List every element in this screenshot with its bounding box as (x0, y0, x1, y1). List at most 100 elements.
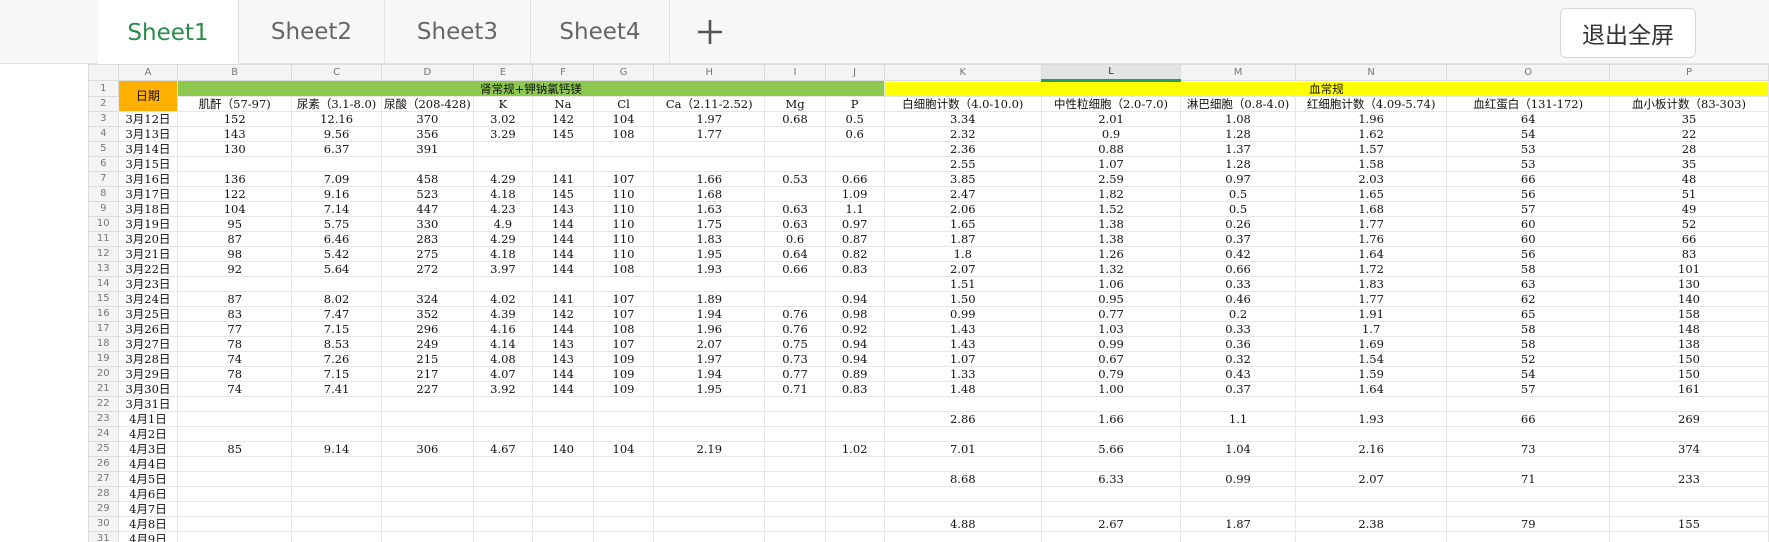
value-cell[interactable]: 109 (592, 351, 655, 367)
value-cell[interactable]: 136 (177, 171, 293, 187)
row-header[interactable]: 30 (88, 516, 119, 532)
row-header[interactable]: 2 (88, 96, 119, 112)
value-cell[interactable] (653, 486, 766, 502)
value-cell[interactable]: 83 (1609, 246, 1769, 262)
date-cell[interactable]: 4月1日 (117, 411, 179, 427)
value-cell[interactable] (592, 471, 655, 487)
value-cell[interactable]: 78 (177, 366, 293, 382)
value-cell[interactable]: 52 (1609, 216, 1769, 232)
value-cell[interactable] (1446, 531, 1611, 542)
row-header[interactable]: 31 (88, 531, 119, 542)
value-cell[interactable] (653, 396, 766, 412)
value-cell[interactable]: 1.65 (883, 216, 1042, 232)
value-cell[interactable]: 7.15 (291, 321, 382, 337)
value-cell[interactable]: 79 (1446, 516, 1611, 532)
value-cell[interactable] (291, 486, 382, 502)
value-cell[interactable]: 2.07 (653, 336, 766, 352)
date-cell[interactable]: 3月18日 (117, 201, 179, 217)
value-cell[interactable] (531, 141, 595, 157)
value-cell[interactable]: 7.47 (291, 306, 382, 322)
value-cell[interactable]: 1.93 (1294, 411, 1448, 427)
value-cell[interactable]: 1.43 (883, 336, 1042, 352)
value-cell[interactable]: 5.75 (291, 216, 382, 232)
value-cell[interactable]: 0.37 (1180, 231, 1296, 247)
value-cell[interactable] (1040, 426, 1182, 442)
row-header[interactable]: 1 (88, 80, 119, 97)
value-cell[interactable] (472, 396, 533, 412)
value-cell[interactable]: 6.37 (291, 141, 382, 157)
value-cell[interactable] (824, 276, 885, 292)
value-cell[interactable]: 107 (592, 291, 655, 307)
value-cell[interactable]: 65 (1446, 306, 1611, 322)
column-label-cell[interactable]: K (472, 96, 533, 112)
value-cell[interactable]: 85 (177, 441, 293, 457)
value-cell[interactable] (1040, 501, 1182, 517)
date-cell[interactable]: 3月15日 (117, 156, 179, 172)
value-cell[interactable]: 0.99 (1180, 471, 1296, 487)
date-cell[interactable]: 4月7日 (117, 501, 179, 517)
value-cell[interactable]: 0.99 (883, 306, 1042, 322)
value-cell[interactable]: 0.43 (1180, 366, 1296, 382)
column-label-cell[interactable]: Cl (592, 96, 655, 112)
value-cell[interactable]: 98 (177, 246, 293, 262)
date-cell[interactable]: 3月23日 (117, 276, 179, 292)
date-cell[interactable]: 3月14日 (117, 141, 179, 157)
value-cell[interactable] (592, 156, 655, 172)
value-cell[interactable] (764, 456, 826, 472)
column-header-e[interactable]: E (472, 64, 533, 81)
value-cell[interactable]: 1.08 (1180, 111, 1296, 127)
value-cell[interactable] (1609, 396, 1769, 412)
value-cell[interactable]: 57 (1446, 381, 1611, 397)
value-cell[interactable]: 109 (592, 381, 655, 397)
date-cell[interactable]: 4月9日 (117, 531, 179, 542)
value-cell[interactable] (653, 471, 766, 487)
value-cell[interactable]: 60 (1446, 216, 1611, 232)
value-cell[interactable] (653, 531, 766, 542)
value-cell[interactable]: 7.01 (883, 441, 1042, 457)
value-cell[interactable]: 110 (592, 186, 655, 202)
column-label-cell[interactable]: Ca（2.11-2.52) (653, 96, 766, 112)
value-cell[interactable] (764, 426, 826, 442)
value-cell[interactable]: 458 (380, 171, 474, 187)
value-cell[interactable] (764, 291, 826, 307)
value-cell[interactable] (653, 516, 766, 532)
value-cell[interactable] (824, 396, 885, 412)
date-cell[interactable]: 3月28日 (117, 351, 179, 367)
value-cell[interactable]: 296 (380, 321, 474, 337)
value-cell[interactable]: 56 (1446, 186, 1611, 202)
value-cell[interactable]: 4.29 (472, 171, 533, 187)
value-cell[interactable]: 2.38 (1294, 516, 1448, 532)
value-cell[interactable]: 1.66 (1040, 411, 1182, 427)
value-cell[interactable]: 1.7 (1294, 321, 1448, 337)
value-cell[interactable]: 7.09 (291, 171, 382, 187)
column-header-b[interactable]: B (177, 64, 293, 81)
value-cell[interactable] (177, 501, 293, 517)
value-cell[interactable]: 0.94 (824, 291, 885, 307)
value-cell[interactable]: 1.28 (1180, 126, 1296, 142)
value-cell[interactable] (1180, 486, 1296, 502)
value-cell[interactable] (1180, 531, 1296, 542)
value-cell[interactable] (291, 156, 382, 172)
value-cell[interactable]: 66 (1446, 411, 1611, 427)
value-cell[interactable] (883, 531, 1042, 542)
value-cell[interactable] (592, 276, 655, 292)
value-cell[interactable]: 58 (1446, 321, 1611, 337)
value-cell[interactable]: 0.32 (1180, 351, 1296, 367)
value-cell[interactable] (531, 426, 595, 442)
value-cell[interactable] (824, 516, 885, 532)
value-cell[interactable]: 1.38 (1040, 231, 1182, 247)
column-header-d[interactable]: D (380, 64, 474, 81)
add-sheet-button[interactable] (670, 0, 750, 64)
value-cell[interactable]: 0.71 (764, 381, 826, 397)
value-cell[interactable]: 4.14 (472, 336, 533, 352)
value-cell[interactable] (291, 426, 382, 442)
value-cell[interactable]: 58 (1446, 336, 1611, 352)
row-header[interactable]: 26 (88, 456, 119, 472)
date-cell[interactable]: 3月16日 (117, 171, 179, 187)
value-cell[interactable]: 306 (380, 441, 474, 457)
value-cell[interactable]: 1.77 (1294, 216, 1448, 232)
value-cell[interactable]: 1.77 (653, 126, 766, 142)
value-cell[interactable]: 215 (380, 351, 474, 367)
date-cell[interactable]: 3月12日 (117, 111, 179, 127)
value-cell[interactable] (1294, 456, 1448, 472)
